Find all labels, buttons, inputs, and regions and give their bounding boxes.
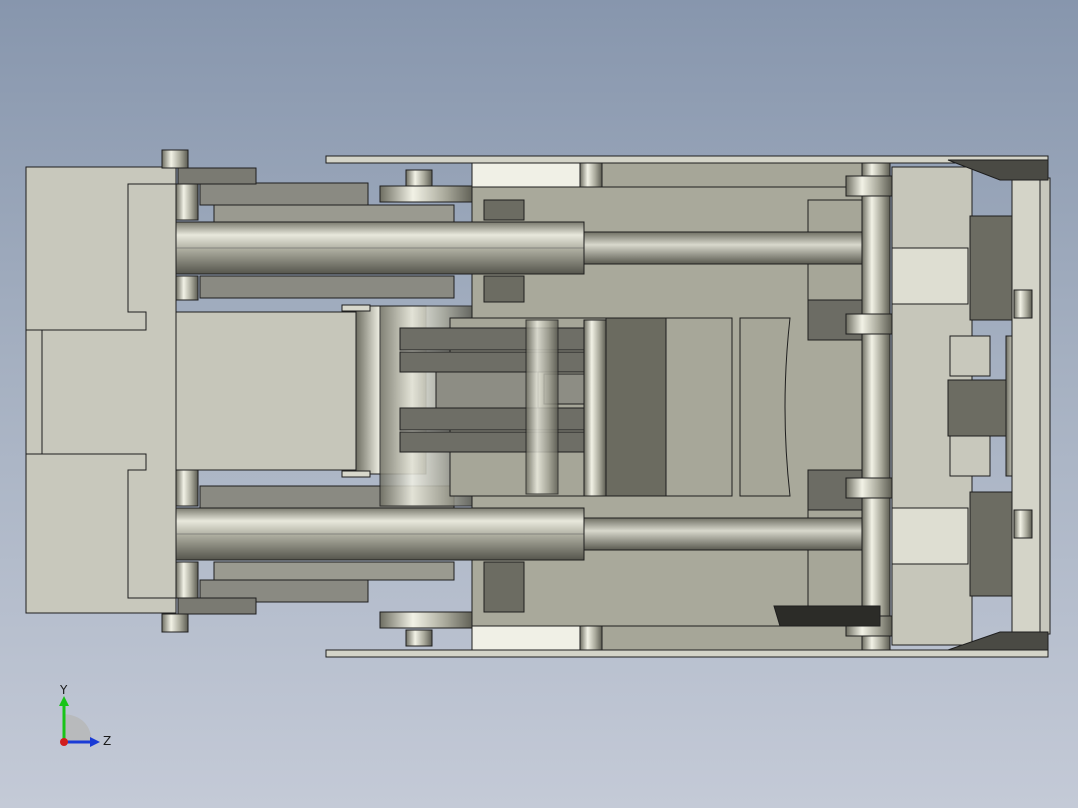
- right-end-frame[interactable]: [861, 162, 891, 651]
- scoop-face[interactable]: [739, 317, 791, 497]
- x-axis-point: [60, 738, 68, 746]
- triad-y-label: Y: [59, 684, 68, 697]
- lower-cylinder-rod[interactable]: [583, 517, 887, 551]
- upper-cylinder-rod[interactable]: [583, 231, 887, 265]
- assembly-model[interactable]: [25, 149, 1051, 658]
- upper-left-guide[interactable]: [199, 182, 369, 206]
- pin-bottom-mid[interactable]: [405, 629, 433, 647]
- slide-dark-face[interactable]: [605, 317, 667, 497]
- cad-graphics-viewport[interactable]: [0, 0, 1078, 808]
- triad-z-label: Z: [103, 734, 111, 748]
- bottom-side-plate[interactable]: [325, 649, 1049, 658]
- end-cylinder-head[interactable]: [947, 379, 1011, 437]
- left-mounting-block[interactable]: [25, 166, 177, 614]
- top-side-plate[interactable]: [325, 155, 1049, 164]
- coordinate-triad: Y Z: [59, 684, 111, 748]
- pin-bottom-left[interactable]: [161, 613, 189, 633]
- center-arm-plate[interactable]: [175, 311, 357, 471]
- pin-top-left[interactable]: [161, 149, 189, 169]
- pin-top-mid[interactable]: [405, 169, 433, 187]
